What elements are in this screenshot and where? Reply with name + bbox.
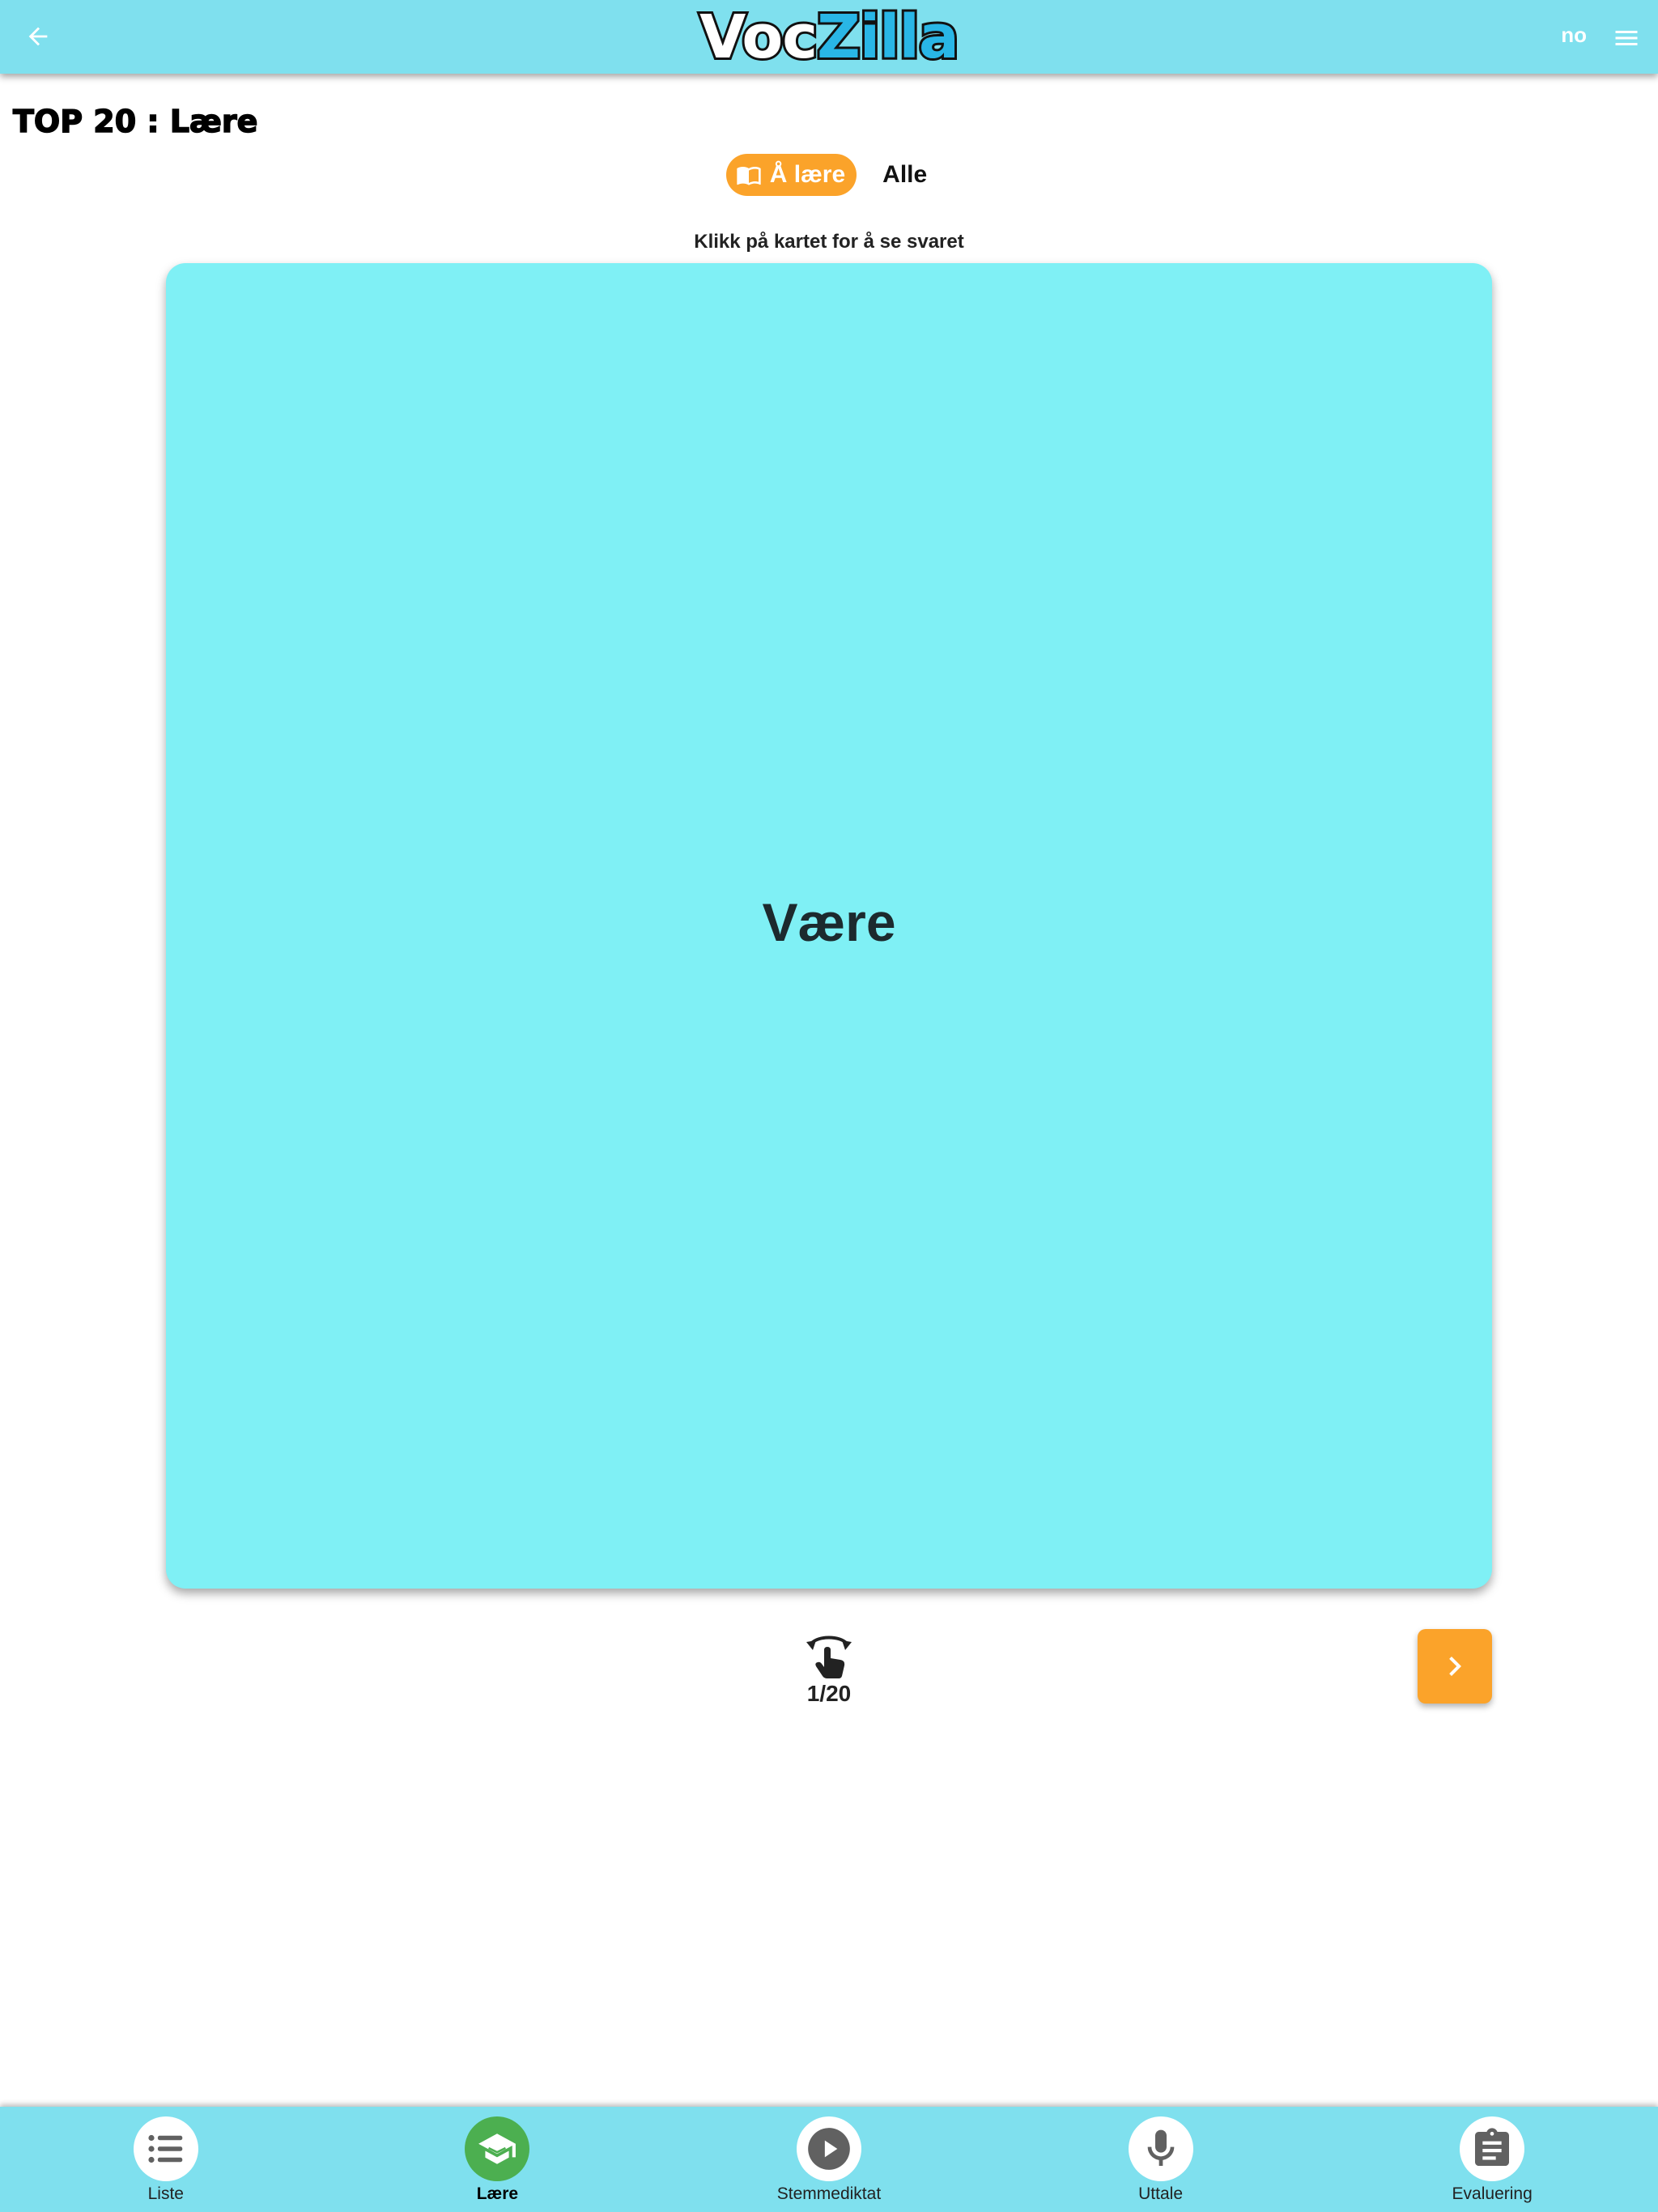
menu-button[interactable] [1606, 18, 1647, 58]
learn-mode-tab[interactable]: Å lære [725, 154, 857, 196]
next-card-button[interactable] [1418, 1629, 1492, 1704]
nav-icon-circle [796, 2116, 861, 2181]
app-bar: VocZilla no [0, 0, 1658, 74]
flip-card-icon[interactable] [806, 1632, 852, 1679]
language-selector[interactable]: no [1561, 23, 1587, 48]
nav-item-uttale[interactable]: Uttale [995, 2107, 1327, 2212]
arrow-left-icon [28, 27, 48, 46]
nav-label-evaluering: Evaluering [1452, 2184, 1533, 2203]
page-title: TOP 20 : Lære [12, 103, 258, 140]
flash-card[interactable]: Være [166, 263, 1492, 1589]
nav-icon-circle [133, 2116, 198, 2181]
card-hint: Klikk på kartet for å se svaret [694, 231, 964, 253]
nav-item-liste[interactable]: Liste [0, 2107, 332, 2212]
bottom-navigation: Liste Lære Stemmediktat Uttale Evaluerin… [0, 2107, 1658, 2212]
nav-label-laere: Lære [476, 2184, 519, 2203]
nav-item-evaluering[interactable]: Evaluering [1326, 2107, 1658, 2212]
nav-label-uttale: Uttale [1138, 2184, 1183, 2203]
card-progress: 1/20 [0, 1632, 1658, 1707]
clipboard-icon [1475, 2128, 1510, 2166]
nav-item-stemmediktat[interactable]: Stemmediktat [663, 2107, 995, 2212]
card-word: Være [762, 891, 896, 952]
graduation-cap-icon [478, 2133, 517, 2164]
learn-mode-label: Å lære [769, 161, 846, 188]
nav-label-stemmediktat: Stemmediktat [776, 2184, 882, 2203]
play-icon [808, 2128, 850, 2170]
nav-label-liste: Liste [147, 2184, 184, 2203]
list-icon [148, 2134, 183, 2163]
nav-icon-circle [1460, 2116, 1525, 2181]
voczilla-logo: VocZilla [697, 2, 962, 72]
all-mode-tab[interactable]: Alle [878, 161, 932, 189]
book-icon [737, 167, 761, 185]
mode-toggle: Å lære Alle [0, 154, 1658, 196]
nav-icon-circle [465, 2116, 530, 2181]
chevron-right-icon [1449, 1657, 1461, 1676]
back-button[interactable] [18, 16, 58, 57]
nav-icon-circle [1128, 2116, 1193, 2181]
microphone-icon [1147, 2129, 1174, 2166]
hamburger-menu-icon [1615, 31, 1638, 45]
nav-item-laere[interactable]: Lære [332, 2107, 664, 2212]
card-counter: 1/20 [806, 1681, 852, 1706]
